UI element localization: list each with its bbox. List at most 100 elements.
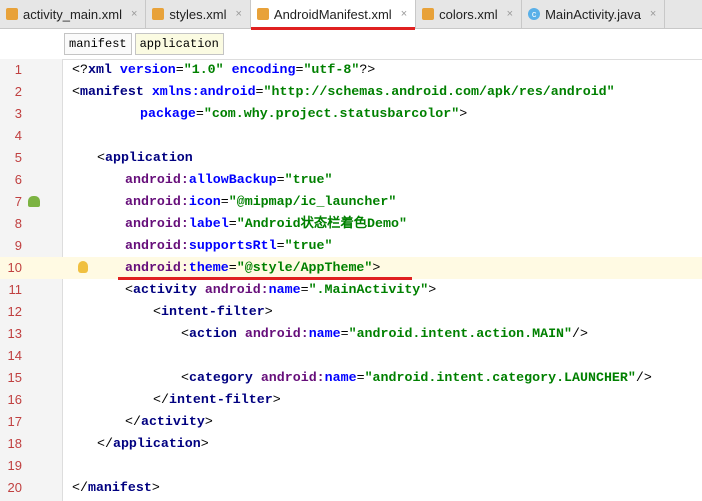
token-punct: </ — [125, 414, 141, 429]
line-number: 1 — [14, 62, 22, 77]
token-punct: < — [97, 150, 105, 165]
line-number: 4 — [14, 128, 22, 143]
code-line: 11 <activity android:name=".MainActivity"… — [0, 279, 702, 301]
code-text: android:allowBackup="true" — [125, 169, 333, 191]
tab-activity_main-xml[interactable]: activity_main.xml × — [0, 0, 147, 28]
token-tag: manifest — [87, 480, 152, 495]
token-punct: < — [125, 282, 133, 297]
code-text: android:supportsRtl="true" — [125, 235, 333, 257]
breadcrumb-application[interactable]: application — [134, 33, 224, 55]
token-value: "1.0" — [183, 62, 232, 77]
code-line: 18 </application> — [0, 433, 702, 455]
code-text: <activity android:name=".MainActivity"> — [125, 279, 436, 301]
token-punct: = — [228, 216, 237, 231]
tab-androidmanifest-xml[interactable]: AndroidManifest.xml × — [250, 0, 417, 30]
close-icon[interactable]: × — [401, 8, 407, 20]
token-value: "Android状态栏着色Demo" — [236, 216, 407, 231]
token-punct: > — [428, 282, 437, 297]
xml-file-icon — [422, 8, 435, 20]
token-ns: android: — [125, 238, 189, 253]
line-number: 3 — [14, 106, 22, 121]
token-attr: name — [324, 370, 357, 385]
line-number: 10 — [7, 260, 22, 275]
token-value: "http://schemas.android.com/apk/res/andr… — [263, 84, 615, 99]
class-icon: c — [528, 8, 541, 20]
code-line: 14 — [0, 345, 702, 367]
code-text: </application> — [97, 433, 209, 455]
code-line: 12 <intent-filter> — [0, 301, 702, 323]
token-tag: intent-filter — [160, 304, 265, 319]
line-number: 7 — [14, 194, 22, 209]
token-punct: = — [340, 326, 349, 341]
tab-label: AndroidManifest.xml — [273, 6, 392, 22]
tab-label: activity_main.xml — [23, 6, 122, 22]
lightbulb-icon[interactable] — [78, 261, 88, 273]
token-ns: android: — [204, 282, 269, 297]
token-value: "com.why.project.statusbarcolor" — [203, 106, 460, 121]
token-punct: </ — [153, 392, 169, 407]
tab-label: colors.xml — [439, 6, 498, 22]
breadcrumb-manifest[interactable]: manifest — [64, 33, 132, 55]
token-punct: > — [272, 392, 281, 407]
line-number: 6 — [14, 172, 22, 187]
line-number: 11 — [8, 282, 23, 297]
code-line: 4 — [0, 125, 702, 147]
line-number: 19 — [7, 458, 22, 473]
code-text: <category android:name="android.intent.c… — [181, 367, 652, 389]
token-ns: android: — [125, 216, 189, 231]
code-line: 15 <category android:name="android.intent… — [0, 367, 702, 389]
token-value: ".MainActivity" — [308, 282, 429, 297]
code-line: 20 </manifest> — [0, 477, 702, 499]
token-punct: /> — [572, 326, 588, 341]
token-punct: = — [300, 282, 309, 297]
code-line: 9 android:supportsRtl="true" — [0, 235, 702, 257]
close-icon[interactable]: × — [235, 8, 241, 20]
code-text: <manifest xmlns:android="http://schemas.… — [72, 81, 615, 103]
close-icon[interactable]: × — [131, 8, 137, 20]
token-punct: </ — [97, 436, 113, 451]
token-punct: = — [276, 238, 285, 253]
code-text: android:theme="@style/AppTheme"> — [125, 257, 380, 279]
token-punct: = — [276, 172, 285, 187]
token-punct: < — [181, 326, 189, 341]
code-editor[interactable]: 1 <?xml version="1.0" encoding="utf-8"?> 2… — [0, 59, 702, 501]
annotation-underline — [118, 277, 412, 280]
code-line: 3 package="com.why.project.statusbarcolor… — [0, 103, 702, 125]
token-attr: name — [268, 282, 301, 297]
token-attr: xmlns:android — [151, 84, 256, 99]
token-punct: < — [181, 370, 189, 385]
code-line: 2 <manifest xmlns:android="http://schemas… — [0, 81, 702, 103]
code-text: android:icon="@mipmap/ic_launcher" — [125, 191, 396, 213]
close-icon[interactable]: × — [650, 8, 656, 20]
token-punct: = — [220, 194, 229, 209]
token-punct: = — [255, 84, 264, 99]
token-punct: < — [72, 84, 80, 99]
token-punct: > — [151, 480, 160, 495]
token-tag: application — [112, 436, 201, 451]
close-icon[interactable]: × — [507, 8, 513, 20]
token-attr: label — [188, 216, 229, 231]
code-text: </intent-filter> — [153, 389, 281, 411]
token-ns: android: — [125, 172, 189, 187]
token-tag: action — [188, 326, 245, 341]
line-number: 15 — [7, 370, 22, 385]
token-attr: icon — [188, 194, 221, 209]
token-value: "@style/AppTheme" — [236, 260, 373, 275]
code-text: android:label="Android状态栏着色Demo" — [125, 213, 407, 235]
token-punct: </ — [72, 480, 88, 495]
token-tag: activity — [132, 282, 205, 297]
tab-colors-xml[interactable]: colors.xml × — [416, 0, 523, 28]
manifest-file-icon — [256, 8, 269, 20]
tab-styles-xml[interactable]: styles.xml × — [146, 0, 251, 28]
code-text: </activity> — [125, 411, 213, 433]
token-punct: = — [195, 106, 204, 121]
code-line: 19 — [0, 455, 702, 477]
code-text: <intent-filter> — [153, 301, 273, 323]
code-line: 7 android:icon="@mipmap/ic_launcher" — [0, 191, 702, 213]
code-line: 6 android:allowBackup="true" — [0, 169, 702, 191]
code-line: 5 <application — [0, 147, 702, 169]
token-value: "@mipmap/ic_launcher" — [228, 194, 397, 209]
tab-mainactivity-java[interactable]: c MainActivity.java × — [522, 0, 666, 28]
token-value: "true" — [284, 238, 333, 253]
token-punct: > — [459, 106, 468, 121]
